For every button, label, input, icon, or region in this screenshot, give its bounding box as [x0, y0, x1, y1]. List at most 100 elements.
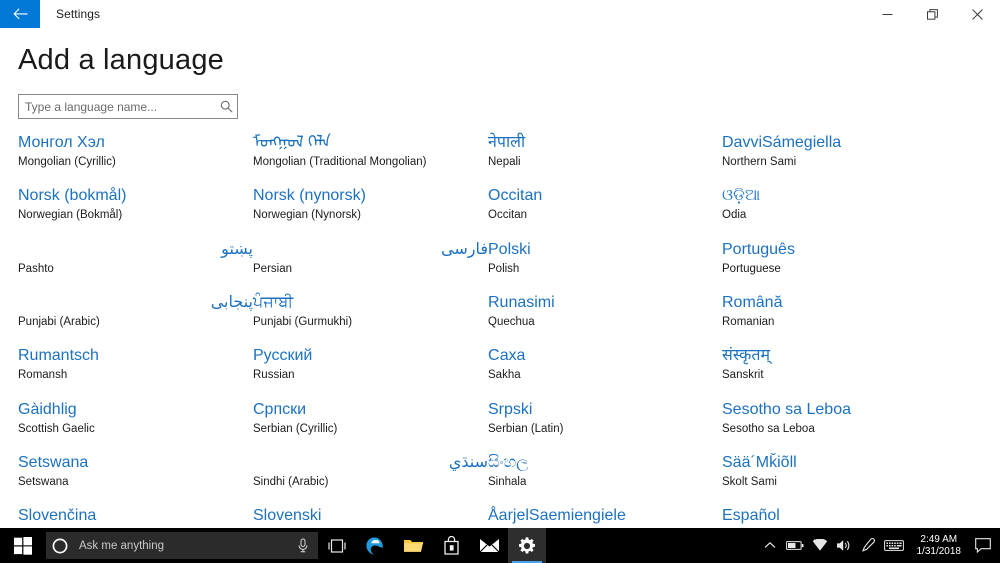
language-item[interactable]: ᠮᠣᠩᠭᠣᠯ ᠬᠡᠯᠡMongolian (Traditional Mongol… [253, 133, 488, 170]
language-english-name: Norwegian (Bokmål) [18, 207, 253, 223]
file-explorer-button[interactable] [394, 528, 432, 563]
language-english-name: Sesotho sa Leboa [722, 421, 982, 437]
language-item[interactable]: СахаSakha [488, 346, 723, 383]
search-icon [215, 100, 237, 113]
language-item[interactable]: RumantschRomansh [18, 346, 253, 383]
clock-time: 2:49 AM [920, 534, 957, 546]
window-controls [865, 0, 1000, 28]
start-button[interactable] [0, 528, 46, 563]
mail-button[interactable] [470, 528, 508, 563]
page-title: Add a language [18, 44, 224, 77]
language-native-name: ଓଡ଼ିଆ [722, 186, 982, 206]
file-explorer-icon [403, 537, 424, 555]
minimize-icon [882, 9, 893, 20]
search-input[interactable] [19, 95, 215, 118]
language-english-name: Russian [253, 367, 488, 383]
volume-icon[interactable] [832, 528, 856, 563]
back-arrow-icon [13, 8, 28, 20]
language-item[interactable]: GàidhligScottish Gaelic [18, 400, 253, 437]
taskbar: Ask me anything [0, 528, 1000, 563]
language-english-name: Mongolian (Traditional Mongolian) [253, 154, 488, 170]
language-item[interactable]: नेपालीNepali [488, 133, 723, 170]
language-native-name: Română [722, 293, 982, 313]
touch-keyboard-icon[interactable] [880, 528, 908, 563]
language-english-name: Sindhi (Arabic) [253, 474, 488, 490]
language-item[interactable]: ଓଡ଼ିଆOdia [722, 186, 982, 223]
language-native-name: پنجابی [18, 293, 253, 313]
language-item[interactable]: فارسیPersian [253, 240, 488, 277]
language-item[interactable]: OccitanOccitan [488, 186, 723, 223]
language-english-name: Romanian [722, 314, 982, 330]
cortana-circle-icon [46, 538, 73, 554]
restore-button[interactable] [910, 0, 955, 28]
language-native-name: Runasimi [488, 293, 723, 313]
clock[interactable]: 2:49 AM 1/31/2018 [908, 528, 971, 563]
language-native-name: Русский [253, 346, 488, 366]
language-search-box[interactable] [18, 94, 238, 119]
language-item[interactable]: Монгол ХэлMongolian (Cyrillic) [18, 133, 253, 170]
language-item[interactable]: РусскийRussian [253, 346, 488, 383]
language-item[interactable]: संस्कृतम्Sanskrit [722, 346, 982, 383]
language-item[interactable]: سنڌيSindhi (Arabic) [253, 453, 488, 490]
language-item[interactable]: සිංහලSinhala [488, 453, 723, 490]
language-item[interactable]: پښتوPashto [18, 240, 253, 277]
language-native-name: ÅarjelSaemiengiele [488, 506, 723, 526]
settings-button[interactable] [508, 528, 546, 563]
language-item[interactable]: ਪੰਜਾਬੀPunjabi (Gurmukhi) [253, 293, 488, 330]
clock-date: 1/31/2018 [917, 546, 962, 558]
language-english-name: Punjabi (Gurmukhi) [253, 314, 488, 330]
language-item[interactable]: پنجابیPunjabi (Arabic) [18, 293, 253, 330]
language-item[interactable]: Norsk (nynorsk)Norwegian (Nynorsk) [253, 186, 488, 223]
language-item[interactable]: SrpskiSerbian (Latin) [488, 400, 723, 437]
language-item[interactable]: SetswanaSetswana [18, 453, 253, 490]
language-english-name: Serbian (Cyrillic) [253, 421, 488, 437]
edge-browser-icon [365, 536, 385, 556]
language-english-name: Occitan [488, 207, 723, 223]
language-native-name: संस्कृतम् [722, 346, 982, 366]
wifi-icon[interactable] [808, 528, 832, 563]
cortana-search-box[interactable]: Ask me anything [46, 532, 318, 559]
language-item[interactable]: DavviSámegiellaNorthern Sami [722, 133, 982, 170]
language-item[interactable]: RomânăRomanian [722, 293, 982, 330]
language-english-name: Norwegian (Nynorsk) [253, 207, 488, 223]
language-native-name: Sää´Mǩiõll [722, 453, 982, 473]
language-english-name: Romansh [18, 367, 253, 383]
task-view-button[interactable] [318, 528, 356, 563]
language-item[interactable]: RunasimiQuechua [488, 293, 723, 330]
language-english-name: Sanskrit [722, 367, 982, 383]
language-native-name: Polski [488, 240, 723, 260]
language-native-name: سنڌي [253, 453, 488, 473]
close-icon [972, 9, 983, 20]
language-native-name: فارسی [253, 240, 488, 260]
language-item[interactable]: Sää´MǩiõllSkolt Sami [722, 453, 982, 490]
edge-browser-button[interactable] [356, 528, 394, 563]
language-item[interactable]: PortuguêsPortuguese [722, 240, 982, 277]
cortana-placeholder: Ask me anything [73, 540, 288, 552]
close-button[interactable] [955, 0, 1000, 28]
language-item[interactable]: PolskiPolish [488, 240, 723, 277]
language-native-name: Norsk (bokmål) [18, 186, 253, 206]
show-hidden-icons-chevron-icon[interactable] [758, 528, 782, 563]
task-view-icon [327, 538, 347, 554]
pen-workspace-icon[interactable] [856, 528, 880, 563]
language-native-name: Sesotho sa Leboa [722, 400, 982, 420]
language-english-name: Polish [488, 261, 723, 277]
language-english-name: Punjabi (Arabic) [18, 314, 253, 330]
language-native-name: Occitan [488, 186, 723, 206]
action-center-button[interactable] [970, 528, 996, 563]
language-native-name: Norsk (nynorsk) [253, 186, 488, 206]
battery-icon[interactable] [782, 528, 808, 563]
microsoft-store-button[interactable] [432, 528, 470, 563]
language-native-name: Slovenski [253, 506, 488, 526]
language-item[interactable]: Norsk (bokmål)Norwegian (Bokmål) [18, 186, 253, 223]
windows-start-icon [14, 537, 32, 555]
minimize-button[interactable] [865, 0, 910, 28]
language-item[interactable]: СрпскиSerbian (Cyrillic) [253, 400, 488, 437]
back-button[interactable] [0, 0, 40, 28]
microphone-icon[interactable] [288, 538, 318, 553]
settings-gear-icon [517, 536, 537, 556]
language-english-name: Serbian (Latin) [488, 421, 723, 437]
language-item[interactable]: Sesotho sa LeboaSesotho sa Leboa [722, 400, 982, 437]
language-native-name: Español [722, 506, 982, 526]
language-english-name: Quechua [488, 314, 723, 330]
